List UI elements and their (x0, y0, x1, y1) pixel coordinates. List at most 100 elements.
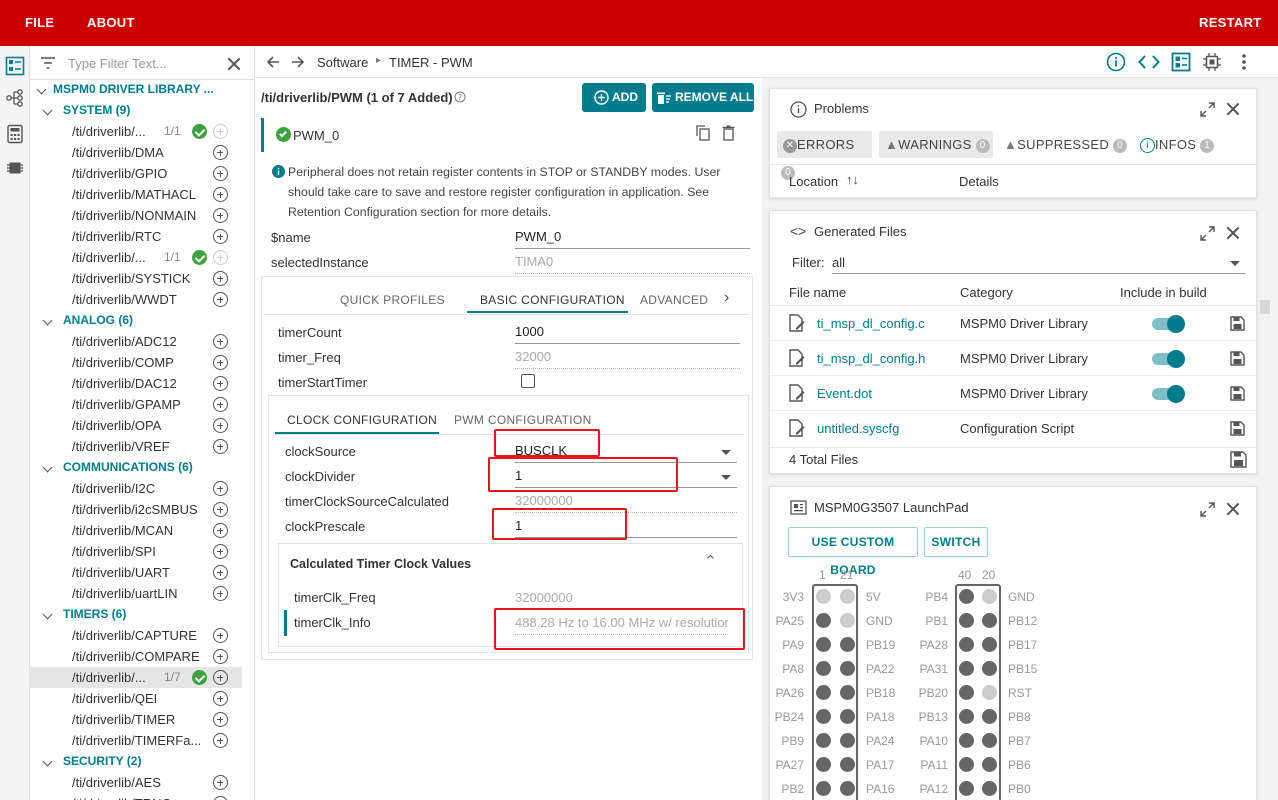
tree-group[interactable]: TIMERS (6) (30, 604, 242, 625)
filter-input[interactable]: Type Filter Text... (68, 56, 167, 71)
network-tree-icon[interactable] (5, 88, 25, 108)
file-link[interactable]: Event.dot (817, 386, 872, 401)
name-field[interactable]: PWM_0 (515, 229, 750, 249)
tree-group[interactable]: SECURITY (2) (30, 751, 242, 772)
tree-item[interactable]: /ti/driverlib/VREF (30, 436, 242, 457)
board-pin[interactable] (982, 757, 997, 772)
board-pin[interactable] (840, 781, 855, 796)
tree-item[interactable]: /ti/driverlib/TIMERFa... (30, 730, 242, 751)
board-pin[interactable] (816, 685, 831, 700)
back-arrow-icon[interactable] (266, 55, 280, 69)
tree-item[interactable]: /ti/driverlib/NONMAIN (30, 205, 242, 226)
add-circle-icon[interactable] (213, 733, 228, 748)
tree-item[interactable]: /ti/driverlib/CAPTURE (30, 625, 242, 646)
add-circle-icon[interactable] (213, 586, 228, 601)
suppressed-chip[interactable]: ▲SUPPRESSED 0 (1004, 131, 1128, 158)
board-pin[interactable] (840, 733, 855, 748)
tree-item[interactable]: /ti/driverlib/MATHACL (30, 184, 242, 205)
infos-chip[interactable]: i INFOS 1 (1140, 131, 1215, 158)
timer-count-field[interactable]: 1000 (515, 324, 740, 344)
board-pin[interactable] (959, 781, 974, 796)
chevron-right-icon[interactable]: › (724, 289, 729, 307)
tree-item[interactable]: /ti/driverlib/QEI (30, 688, 242, 709)
file-link[interactable]: untitled.syscfg (817, 421, 899, 436)
remove-all-button[interactable]: REMOVE ALL (652, 83, 754, 112)
maximize-icon[interactable] (1200, 226, 1215, 241)
forward-arrow-icon[interactable] (291, 55, 305, 69)
device-chip-icon[interactable] (1202, 52, 1222, 72)
save-icon[interactable] (1230, 421, 1245, 436)
tree-item[interactable]: /ti/driverlib/TIMER (30, 709, 242, 730)
tab-advanced[interactable]: ADVANCED C (640, 293, 712, 309)
add-circle-icon[interactable] (213, 502, 228, 517)
add-circle-icon[interactable] (213, 229, 228, 244)
copy-icon[interactable] (696, 125, 710, 141)
add-circle-icon[interactable] (213, 439, 228, 454)
software-view-icon[interactable] (5, 56, 25, 76)
help-icon[interactable]: ? (454, 91, 466, 103)
board-pin[interactable] (816, 637, 831, 652)
add-circle-icon[interactable] (213, 523, 228, 538)
board-pin[interactable] (840, 589, 855, 604)
add-circle-icon[interactable] (213, 271, 228, 286)
add-circle-icon[interactable] (213, 565, 228, 580)
include-in-build-toggle[interactable] (1152, 350, 1185, 368)
add-circle-icon[interactable] (213, 166, 228, 181)
location-column-header[interactable]: Location (789, 174, 838, 189)
board-pin[interactable] (816, 709, 831, 724)
warnings-chip[interactable]: ▲WARNINGS 0 (879, 131, 993, 158)
board-pin[interactable] (982, 613, 997, 628)
save-icon[interactable] (1230, 351, 1245, 366)
info-icon[interactable] (1106, 52, 1126, 72)
add-circle-icon[interactable] (213, 376, 228, 391)
tree-item[interactable]: /ti/driverlib/I2C (30, 478, 242, 499)
tree-item[interactable]: /ti/driverlib/... 1/7 (30, 667, 242, 688)
board-pin[interactable] (959, 589, 974, 604)
tree-item[interactable]: /ti/driverlib/WWDT (30, 289, 242, 310)
timer-start-checkbox[interactable] (521, 374, 535, 388)
save-icon[interactable] (1230, 316, 1245, 331)
about-menu[interactable]: ABOUT (87, 15, 135, 30)
tree-item[interactable]: /ti/driverlib/SPI (30, 541, 242, 562)
tree-item[interactable]: /ti/driverlib/GPAMP (30, 394, 242, 415)
board-pin[interactable] (959, 613, 974, 628)
board-pin[interactable] (840, 661, 855, 676)
add-circle-icon[interactable] (213, 796, 228, 800)
add-circle-icon[interactable] (213, 628, 228, 643)
board-pin[interactable] (959, 709, 974, 724)
tab-quick-profiles[interactable]: QUICK PROFILES (340, 293, 445, 307)
board-pin[interactable] (959, 733, 974, 748)
board-pin[interactable] (959, 661, 974, 676)
file-menu[interactable]: FILE (25, 15, 54, 30)
add-circle-icon[interactable] (213, 250, 228, 265)
right-scrollbar-thumb[interactable] (1260, 300, 1270, 314)
add-circle-icon[interactable] (213, 712, 228, 727)
tree-item[interactable]: /ti/driverlib/SYSTICK (30, 268, 242, 289)
tree-item[interactable]: /ti/driverlib/i2cSMBUS (30, 499, 242, 520)
clear-filter-icon[interactable] (227, 57, 241, 71)
add-circle-icon[interactable] (213, 145, 228, 160)
add-circle-icon[interactable] (213, 124, 228, 139)
tree-item[interactable]: /ti/driverlib/... 1/1 (30, 121, 242, 142)
add-circle-icon[interactable] (213, 670, 228, 685)
add-circle-icon[interactable] (213, 775, 228, 790)
board-pin[interactable] (959, 637, 974, 652)
tree-item[interactable]: /ti/driverlib/DAC12 (30, 373, 242, 394)
tree-item[interactable]: /ti/driverlib/GPIO (30, 163, 242, 184)
tree-item[interactable]: /ti/driverlib/AES (30, 772, 242, 793)
include-in-build-toggle[interactable] (1152, 385, 1185, 403)
add-circle-icon[interactable] (213, 418, 228, 433)
maximize-icon[interactable] (1200, 502, 1215, 517)
file-link[interactable]: ti_msp_dl_config.c (817, 316, 925, 331)
file-link[interactable]: ti_msp_dl_config.h (817, 351, 925, 366)
tree-item[interactable]: /ti/driverlib/DMA (30, 142, 242, 163)
add-button[interactable]: ADD (582, 83, 646, 112)
board-pin[interactable] (816, 757, 831, 772)
tree-group[interactable]: COMMUNICATIONS (6) (30, 457, 242, 478)
board-pin[interactable] (959, 685, 974, 700)
breadcrumb-software[interactable]: Software (317, 55, 368, 70)
board-pin[interactable] (840, 637, 855, 652)
tree-item[interactable]: /ti/driverlib/MCAN (30, 520, 242, 541)
file-filter-select[interactable]: all (832, 255, 1245, 274)
board-pin[interactable] (982, 637, 997, 652)
